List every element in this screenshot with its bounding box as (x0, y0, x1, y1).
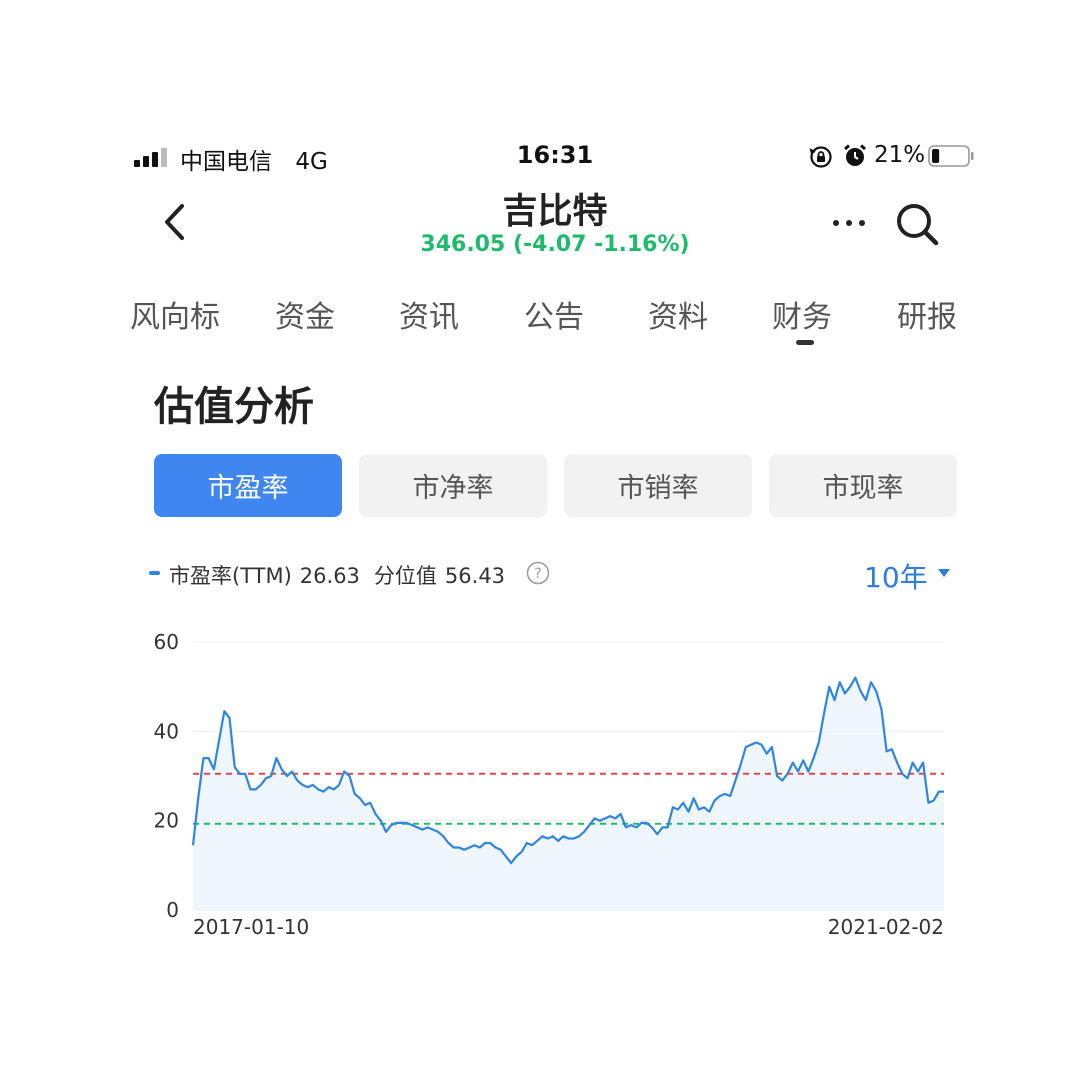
battery-icon (928, 145, 974, 167)
tab-zijin[interactable]: 资金 (275, 292, 335, 336)
segment-ps-ratio[interactable]: 市销率 (564, 454, 752, 517)
battery-percent: 21% (874, 142, 926, 168)
tab-gonggao[interactable]: 公告 (524, 292, 584, 336)
signal-strength-icon (134, 145, 170, 167)
legend-percentile-label: 分位值 (373, 564, 437, 588)
tab-caiwu[interactable]: 财务 (772, 292, 832, 336)
segment-pcf-ratio[interactable]: 市现率 (769, 454, 957, 517)
y-tick-label: 40 (154, 719, 179, 743)
stock-price-change: 346.05 (-4.07 -1.16%) (420, 232, 690, 257)
series-area-fill (193, 677, 944, 910)
network-type: 4G (295, 149, 328, 175)
active-tab-indicator (796, 340, 814, 345)
stock-name: 吉比特 (502, 192, 608, 232)
pe-ratio-chart: 60 40 20 0 2017-01-10 2021-02-02 (154, 630, 944, 939)
chart-legend: 市盈率(TTM) 26.63 分位值 56.43 (169, 560, 519, 590)
back-arrow-icon[interactable] (158, 200, 192, 244)
carrier-name: 中国电信 (180, 149, 272, 175)
carrier-network: 中国电信 4G (180, 142, 328, 176)
help-icon[interactable]: ? (526, 561, 550, 585)
more-options-icon[interactable] (828, 206, 872, 240)
y-axis-ticks: 60 40 20 0 (154, 630, 179, 922)
segment-pb-ratio[interactable]: 市净率 (359, 454, 547, 517)
alarm-icon (844, 144, 866, 166)
legend-series-label: 市盈率(TTM) (169, 564, 292, 588)
tab-zixun[interactable]: 资讯 (399, 292, 459, 336)
x-axis-start-label: 2017-01-10 (193, 915, 309, 939)
legend-series-value: 26.63 (299, 564, 360, 588)
section-title: 估值分析 (154, 384, 314, 430)
tab-yanbao[interactable]: 研报 (897, 292, 957, 336)
tab-fengxiangbiao[interactable]: 风向标 (130, 292, 220, 336)
y-tick-label: 20 (154, 809, 179, 833)
caret-down-icon[interactable] (938, 569, 950, 577)
y-tick-label: 0 (166, 898, 179, 922)
segment-pe-ratio[interactable]: 市盈率 (154, 454, 342, 517)
search-icon[interactable] (893, 200, 941, 248)
y-tick-label: 60 (154, 630, 179, 654)
rotation-lock-icon (809, 146, 832, 168)
tab-ziliao[interactable]: 资料 (648, 292, 708, 336)
help-glyph: ? (534, 566, 541, 582)
x-axis-end-label: 2021-02-02 (828, 915, 944, 939)
legend-percentile-value: 56.43 (444, 564, 506, 588)
period-selector[interactable]: 10年 (864, 556, 928, 596)
legend-swatch (149, 571, 160, 575)
status-time: 16:31 (516, 141, 594, 169)
